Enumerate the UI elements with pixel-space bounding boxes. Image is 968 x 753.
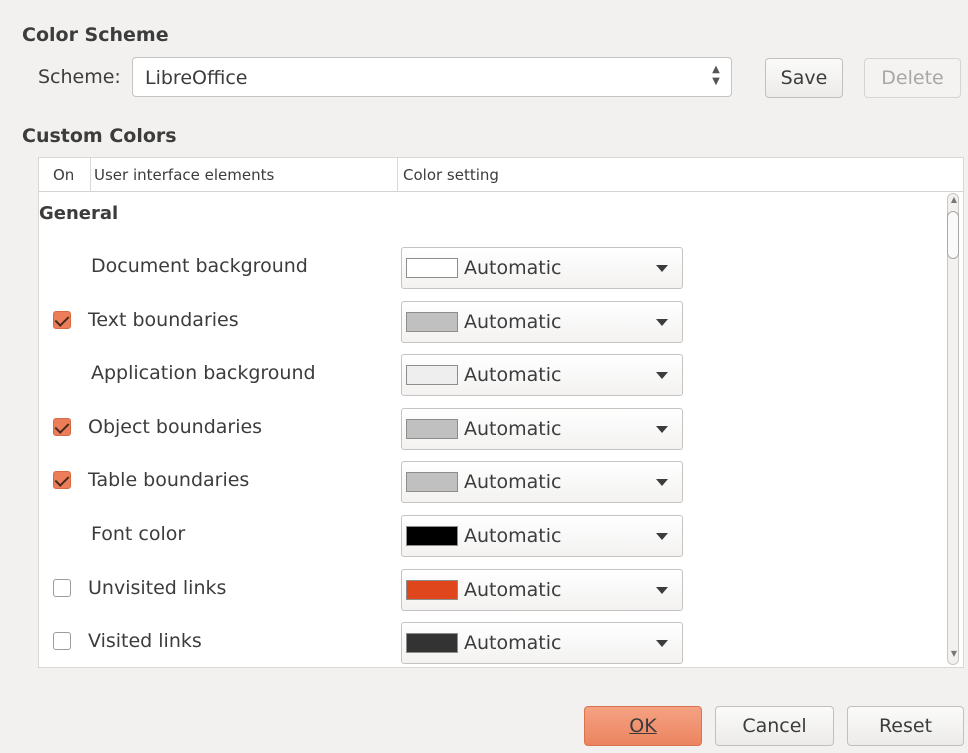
color-value: Automatic — [464, 417, 562, 440]
dropdown-arrow-icon — [656, 640, 668, 648]
custom-colors-table: On User interface elements Color setting… — [38, 157, 964, 668]
custom-colors-heading: Custom Colors — [22, 125, 177, 147]
color-row: Document background Automatic — [39, 240, 939, 294]
cancel-button[interactable]: Cancel — [715, 706, 834, 746]
color-dropdown[interactable]: Automatic — [401, 622, 683, 665]
vertical-scrollbar[interactable]: ▲ ▼ — [945, 191, 963, 667]
column-divider — [397, 158, 398, 191]
element-label: Table boundaries — [88, 469, 250, 492]
dropdown-arrow-icon — [656, 318, 668, 326]
element-label: Unvisited links — [88, 576, 227, 599]
color-row: Text boundaries Automatic — [39, 294, 939, 348]
dropdown-arrow-icon — [656, 265, 668, 272]
reset-button[interactable]: Reset — [847, 706, 964, 746]
element-label: Document background — [91, 255, 308, 277]
color-dropdown[interactable]: Automatic — [401, 407, 683, 450]
color-swatch — [406, 365, 458, 386]
element-label: Visited links — [88, 630, 202, 653]
scheme-select[interactable]: LibreOffice ▲ ▼ — [132, 57, 732, 97]
color-row: Application background Automatic — [39, 347, 939, 401]
dropdown-arrow-icon — [656, 425, 668, 433]
scheme-value: LibreOffice — [145, 67, 248, 89]
color-row: Visited links Automatic — [39, 615, 939, 667]
column-header-on[interactable]: On — [53, 166, 74, 184]
color-value: Automatic — [464, 364, 562, 387]
color-row: Object boundaries Automatic — [39, 401, 939, 455]
scheme-label: Scheme: — [38, 66, 121, 88]
enable-checkbox[interactable] — [53, 632, 71, 651]
dropdown-arrow-icon — [656, 479, 668, 487]
column-divider — [90, 158, 91, 191]
ok-button[interactable]: OK — [584, 706, 702, 746]
color-value: Automatic — [464, 578, 562, 601]
element-label: Object boundaries — [88, 415, 263, 438]
save-button[interactable]: Save — [765, 58, 843, 98]
color-swatch — [406, 472, 458, 493]
enable-checkbox[interactable] — [53, 417, 71, 436]
color-dropdown[interactable]: Automatic — [401, 515, 683, 557]
color-swatch — [406, 633, 458, 654]
table-header: On User interface elements Color setting — [39, 158, 963, 192]
color-value: Automatic — [464, 525, 562, 547]
color-row: Table boundaries Automatic — [39, 454, 939, 508]
enable-checkbox[interactable] — [53, 310, 71, 329]
column-header-elements[interactable]: User interface elements — [94, 166, 274, 184]
column-header-color-setting[interactable]: Color setting — [403, 166, 499, 184]
scroll-down-icon[interactable]: ▼ — [948, 649, 960, 663]
color-row: Font color Automatic — [39, 508, 939, 562]
scrollbar-thumb[interactable] — [947, 211, 959, 259]
color-dropdown[interactable]: Automatic — [401, 247, 683, 289]
color-swatch — [406, 526, 458, 546]
color-value: Automatic — [464, 471, 562, 494]
color-dropdown[interactable]: Automatic — [401, 461, 683, 504]
color-value: Automatic — [464, 632, 562, 655]
enable-checkbox[interactable] — [53, 578, 71, 597]
color-swatch — [406, 579, 458, 600]
element-label: Text boundaries — [88, 308, 239, 331]
color-value: Automatic — [464, 257, 562, 279]
spin-arrows-icon[interactable]: ▲ ▼ — [707, 64, 725, 90]
color-swatch — [406, 258, 458, 278]
dropdown-arrow-icon — [656, 372, 668, 380]
scroll-up-icon[interactable]: ▲ — [948, 195, 960, 209]
color-row: Unvisited links Automatic — [39, 562, 939, 616]
color-value: Automatic — [464, 310, 562, 333]
ok-label: OK — [629, 715, 657, 737]
scrollbar-track[interactable] — [947, 193, 959, 665]
group-title-general: General — [39, 203, 119, 224]
dropdown-arrow-icon — [656, 586, 668, 594]
color-dropdown[interactable]: Automatic — [401, 354, 683, 397]
color-swatch — [406, 311, 458, 332]
color-dropdown[interactable]: Automatic — [401, 300, 683, 343]
delete-button[interactable]: Delete — [864, 58, 961, 98]
element-label: Font color — [91, 523, 186, 545]
color-dropdown[interactable]: Automatic — [401, 568, 683, 611]
color-scheme-heading: Color Scheme — [22, 24, 169, 46]
color-swatch — [406, 418, 458, 439]
dropdown-arrow-icon — [656, 533, 668, 540]
element-label: Application background — [91, 362, 316, 385]
enable-checkbox[interactable] — [53, 471, 71, 490]
